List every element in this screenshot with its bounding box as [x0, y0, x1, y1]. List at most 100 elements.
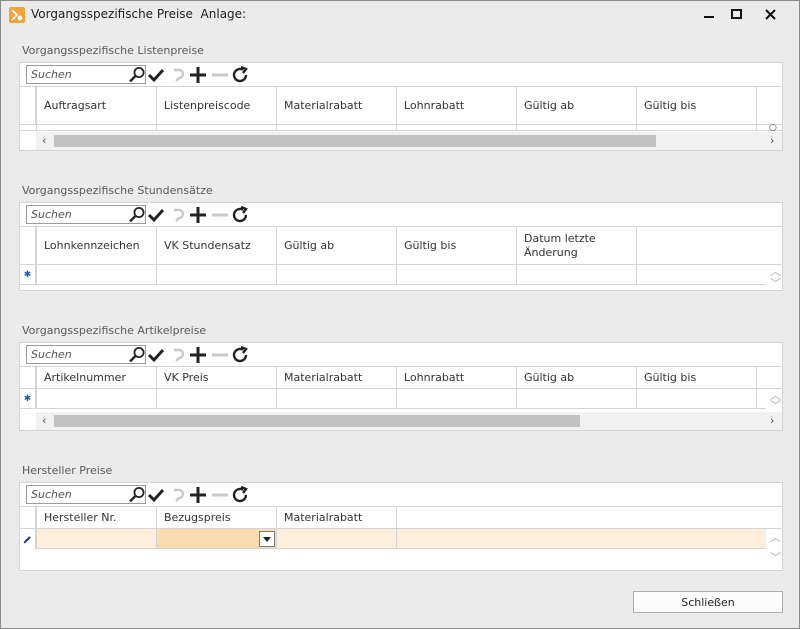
minus-icon[interactable] [210, 205, 230, 225]
section-label-artikelpreise: Vorgangsspezifische Artikelpreise [22, 324, 207, 337]
undo-icon[interactable] [168, 345, 188, 365]
chevron-down-icon [263, 536, 271, 542]
column-header-truncated[interactable] [756, 87, 766, 124]
refresh-icon[interactable] [230, 345, 250, 365]
toolbar [20, 63, 782, 87]
close-button[interactable]: Schließen [633, 591, 783, 613]
scroll-down-icon[interactable]: ﹀ [770, 275, 781, 291]
table-row-editing[interactable] [20, 529, 782, 549]
dropdown-button[interactable] [259, 531, 275, 547]
section-label-listenpreise: Vorgangsspezifische Listenpreise [22, 44, 204, 57]
search-input[interactable] [27, 346, 127, 363]
column-header-gueltig-ab[interactable]: Gültig ab [516, 87, 636, 124]
plus-icon[interactable] [188, 65, 208, 85]
search-input[interactable] [27, 66, 127, 83]
scroll-up-icon[interactable]: ︿ [770, 529, 781, 545]
search-box [26, 205, 146, 224]
column-header-gueltig-bis[interactable]: Gültig bis [396, 227, 516, 264]
column-header-vk-preis[interactable]: VK Preis [156, 367, 276, 388]
table-row-new[interactable]: ✱ [20, 389, 782, 409]
search-icon[interactable] [127, 486, 147, 503]
grid-header: Lohnkennzeichen VK Stundensatz Gültig ab… [20, 227, 782, 265]
column-header-auftragsart[interactable]: Auftragsart [36, 87, 156, 124]
plus-icon[interactable] [188, 205, 208, 225]
grid-header: Hersteller Nr. Bezugspreis Materialrabat… [20, 507, 782, 529]
minus-icon[interactable] [210, 485, 230, 505]
minus-icon[interactable] [210, 65, 230, 85]
search-icon[interactable] [127, 346, 147, 363]
minus-icon[interactable] [210, 345, 230, 365]
column-header-listenpreiscode[interactable]: Listenpreiscode [156, 87, 276, 124]
scrollbar-thumb[interactable] [54, 415, 580, 427]
scroll-right-icon[interactable]: › [770, 414, 774, 427]
search-icon[interactable] [127, 206, 147, 223]
plus-icon[interactable] [188, 345, 208, 365]
check-icon[interactable] [146, 485, 166, 505]
close-window-button[interactable] [754, 3, 786, 25]
plus-icon[interactable] [188, 485, 208, 505]
column-header-lohnrabatt[interactable]: Lohnrabatt [396, 367, 516, 388]
horizontal-scrollbar[interactable]: ‹ › [36, 132, 782, 150]
scroll-down-icon[interactable]: ﹀ [770, 397, 781, 413]
column-header-truncated[interactable] [756, 367, 766, 388]
scrollbar-thumb[interactable] [54, 135, 656, 147]
cell-hersteller-nr[interactable] [36, 529, 156, 548]
maximize-icon [730, 8, 742, 19]
column-header-datum-letzte-aenderung[interactable]: Datum letzte Änderung [516, 227, 636, 264]
column-header-gueltig-bis[interactable]: Gültig bis [636, 87, 756, 124]
toolbar [20, 203, 782, 227]
grid-header: Auftragsart Listenpreiscode Materialraba… [20, 87, 782, 125]
horizontal-scrollbar[interactable]: ‹ › [36, 412, 782, 430]
vertical-scrollbar[interactable]: ︿ ﹀ [766, 265, 782, 290]
table-row[interactable] [20, 125, 782, 131]
grid-artikelpreise: Artikelnummer VK Preis Materialrabatt Lo… [19, 342, 783, 431]
toolbar [20, 343, 782, 367]
vertical-scrollbar[interactable]: ︿ ﹀ [766, 529, 782, 569]
column-header-vk-stundensatz[interactable]: VK Stundensatz [156, 227, 276, 264]
undo-icon[interactable] [168, 485, 188, 505]
section-label-hersteller: Hersteller Preise [22, 464, 113, 477]
grid-header: Artikelnummer VK Preis Materialrabatt Lo… [20, 367, 782, 389]
search-box [26, 485, 146, 504]
scroll-indicator-icon: ○ [769, 123, 777, 133]
search-box [26, 345, 146, 364]
check-icon[interactable] [146, 65, 166, 85]
pencil-icon [23, 536, 31, 544]
check-icon[interactable] [146, 205, 166, 225]
column-header-gueltig-ab[interactable]: Gültig ab [276, 227, 396, 264]
column-header-materialrabatt[interactable]: Materialrabatt [276, 507, 397, 528]
column-header-gueltig-ab[interactable]: Gültig ab [516, 367, 636, 388]
column-header-bezugspreis[interactable]: Bezugspreis [156, 507, 276, 528]
undo-icon[interactable] [168, 205, 188, 225]
search-icon[interactable] [127, 66, 147, 83]
column-header-lohnrabatt[interactable]: Lohnrabatt [396, 87, 516, 124]
scroll-right-icon[interactable]: › [770, 134, 774, 147]
scroll-left-icon[interactable]: ‹ [42, 414, 46, 427]
table-row-new[interactable]: ✱ [20, 265, 782, 285]
search-input[interactable] [27, 486, 127, 503]
column-header-materialrabatt[interactable]: Materialrabatt [276, 367, 396, 388]
check-icon[interactable] [146, 345, 166, 365]
refresh-icon[interactable] [230, 65, 250, 85]
cell-bezugspreis-dropdown[interactable] [156, 529, 276, 548]
search-input[interactable] [27, 206, 127, 223]
refresh-icon[interactable] [230, 485, 250, 505]
vertical-scrollbar[interactable]: ︿ ﹀ [766, 389, 782, 413]
title-bar: Vorgangsspezifische Preise Anlage: [1, 1, 799, 29]
refresh-icon[interactable] [230, 205, 250, 225]
column-header-hersteller-nr[interactable]: Hersteller Nr. [36, 507, 156, 528]
scroll-left-icon[interactable]: ‹ [42, 134, 46, 147]
column-header-lohnkennzeichen[interactable]: Lohnkennzeichen [36, 227, 156, 264]
column-header-gueltig-bis[interactable]: Gültig bis [636, 367, 756, 388]
search-box [26, 65, 146, 84]
close-icon [764, 8, 776, 20]
dialog-window: Vorgangsspezifische Preise Anlage: Vorga… [0, 0, 800, 629]
undo-icon[interactable] [168, 65, 188, 85]
section-label-stundensaetze: Vorgangsspezifische Stundensätze [22, 184, 213, 197]
maximize-button[interactable] [720, 3, 752, 25]
column-header-artikelnummer[interactable]: Artikelnummer [36, 367, 156, 388]
scroll-down-icon[interactable]: ﹀ [770, 549, 781, 565]
column-header-materialrabatt[interactable]: Materialrabatt [276, 87, 396, 124]
cell-materialrabatt[interactable] [276, 529, 396, 548]
app-icon [9, 7, 25, 23]
